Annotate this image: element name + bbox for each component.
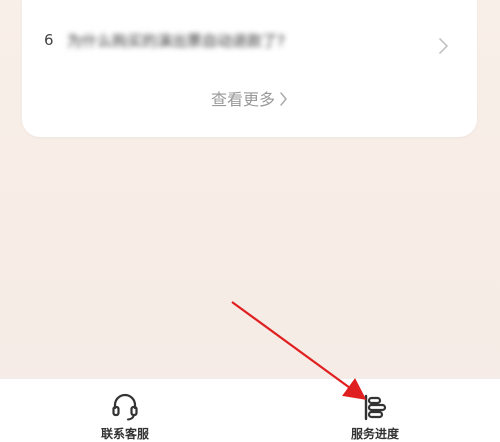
- faq-card: 6 为什么购买的演出票自动退款了? 查看更多: [22, 0, 477, 137]
- service-progress-label: 服务进度: [350, 427, 399, 441]
- faq-list-item[interactable]: 6 为什么购买的演出票自动退款了?: [22, 14, 477, 58]
- contact-service-button[interactable]: 联系客服: [50, 379, 200, 442]
- contact-service-label: 联系客服: [100, 427, 149, 441]
- bottom-nav: 联系客服 服务进度: [0, 378, 500, 442]
- view-more-label: 查看更多: [210, 90, 275, 109]
- headset-icon: [112, 393, 138, 421]
- service-progress-button[interactable]: 服务进度: [300, 379, 450, 442]
- faq-item-index: 6: [44, 31, 54, 49]
- chevron-right-icon: [280, 92, 287, 106]
- faq-item-text: 为什么购买的演出票自动退款了?: [67, 32, 285, 50]
- service-progress-icon: [364, 394, 387, 421]
- chevron-right-icon: [439, 38, 448, 54]
- view-more-link[interactable]: 查看更多: [22, 86, 477, 110]
